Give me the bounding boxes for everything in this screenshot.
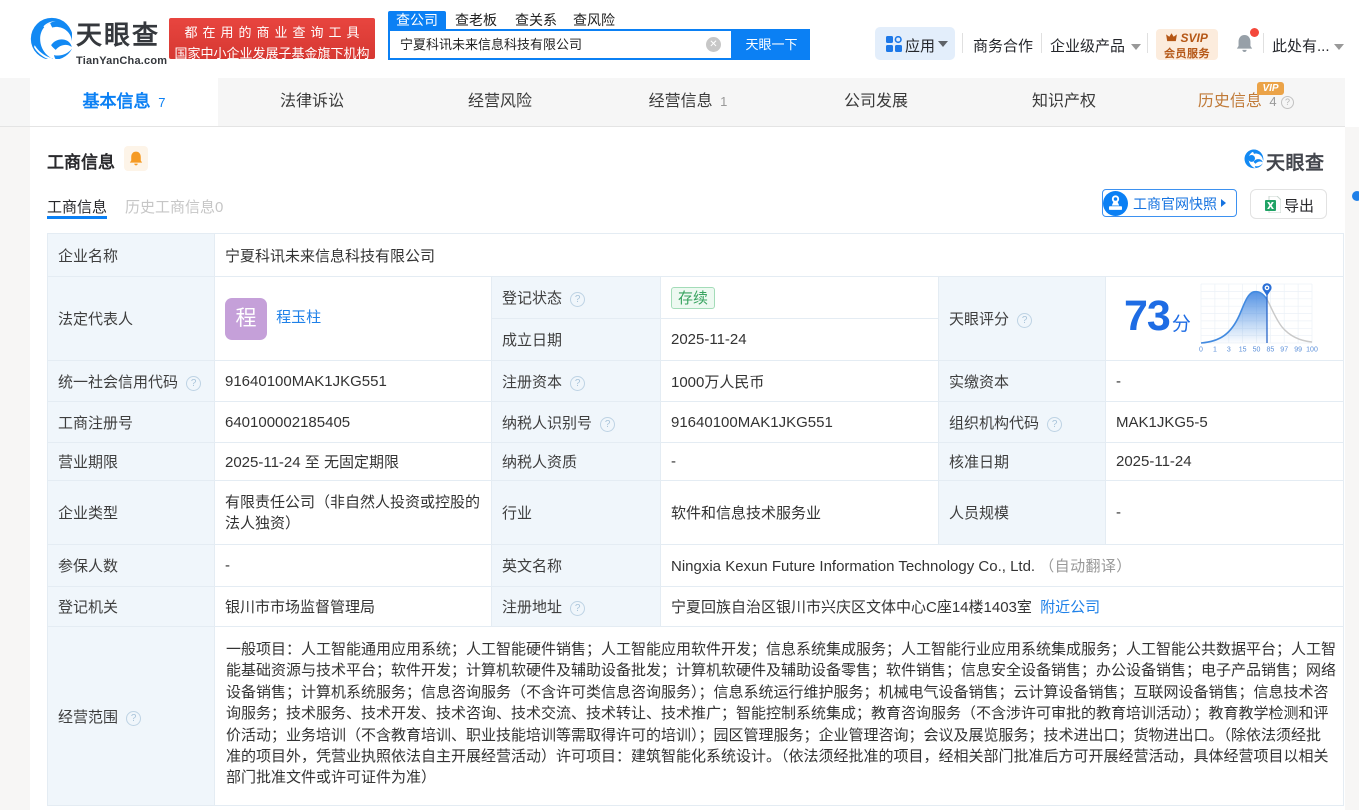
svg-text:100: 100 xyxy=(1306,347,1318,354)
svg-text:97: 97 xyxy=(1280,347,1288,354)
svg-text:99: 99 xyxy=(1294,347,1302,354)
svg-text:15: 15 xyxy=(1239,347,1247,354)
svg-text:1: 1 xyxy=(1213,347,1217,354)
svg-text:0: 0 xyxy=(1199,347,1203,354)
svg-text:3: 3 xyxy=(1227,347,1231,354)
svg-text:50: 50 xyxy=(1253,347,1261,354)
svg-text:85: 85 xyxy=(1267,347,1275,354)
